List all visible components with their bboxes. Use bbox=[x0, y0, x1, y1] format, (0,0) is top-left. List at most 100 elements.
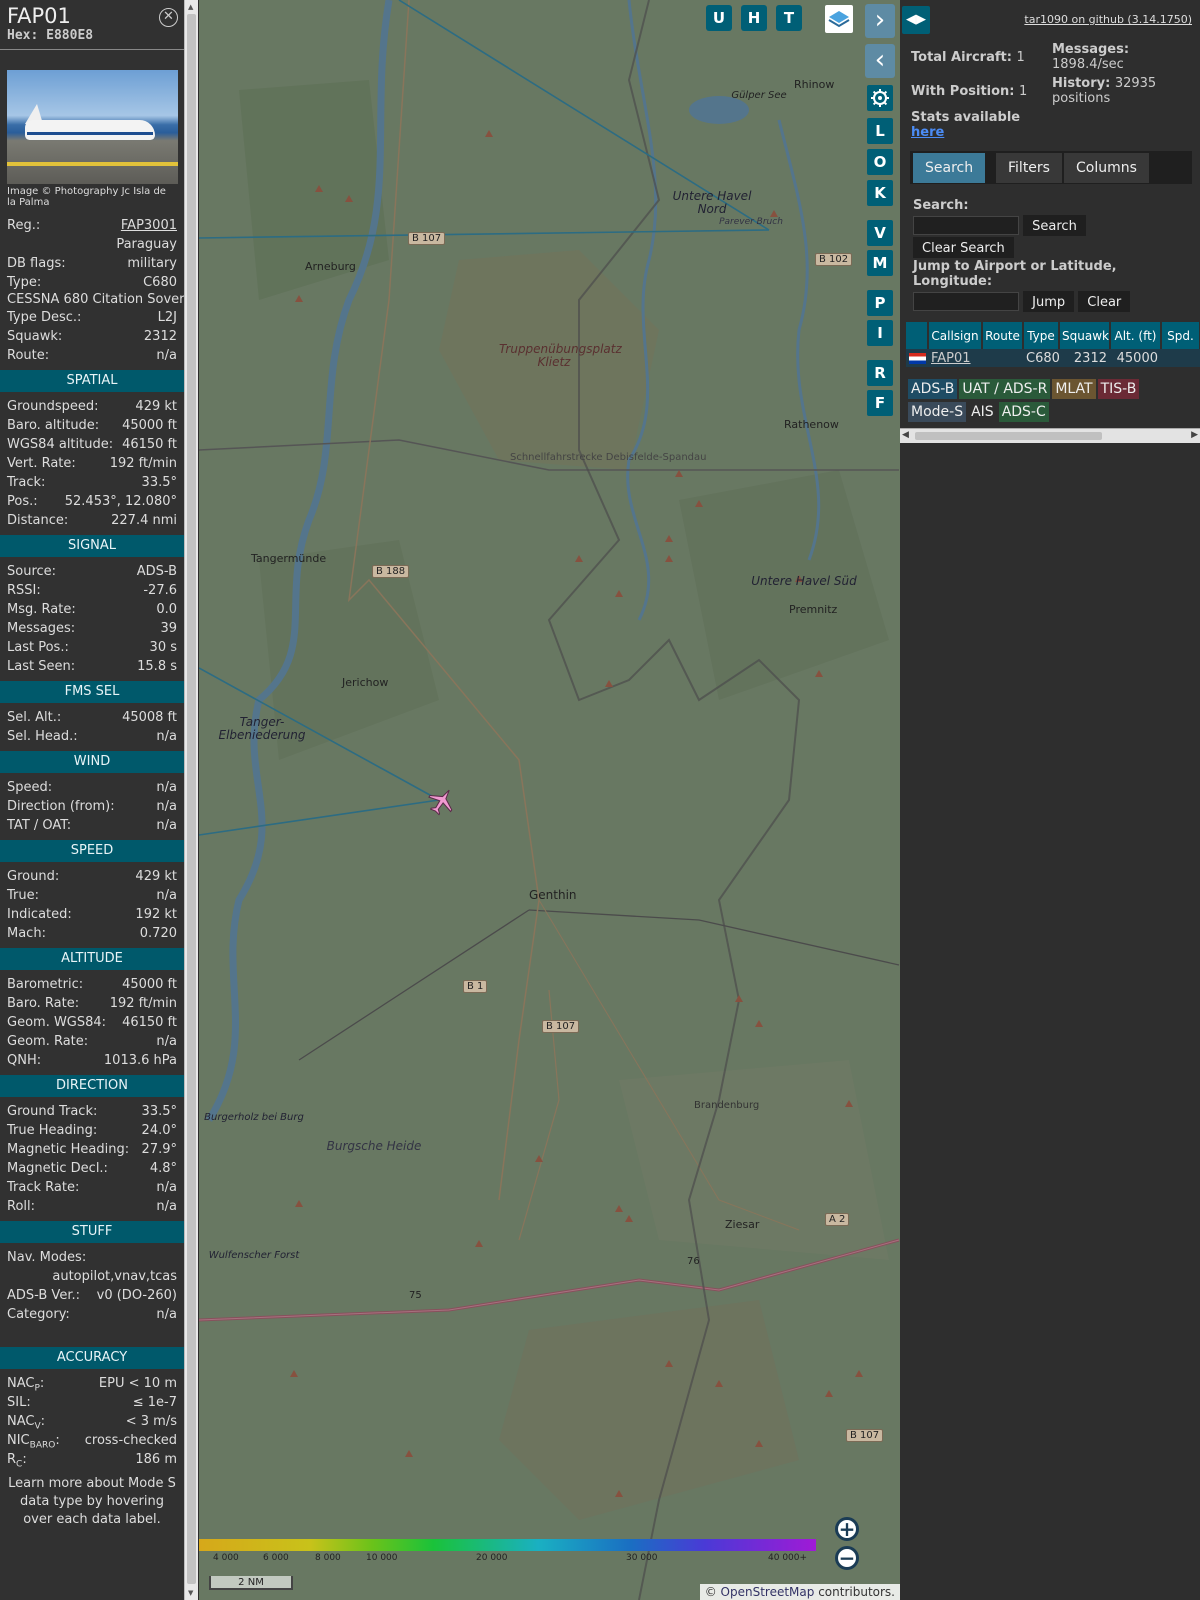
cell-callsign: FAP01 bbox=[928, 349, 982, 367]
scroll-left-icon[interactable]: ◀ bbox=[902, 430, 909, 440]
toggle-v-button[interactable]: V bbox=[867, 220, 893, 246]
toggle-p-button[interactable]: P bbox=[867, 290, 893, 316]
hscroll-thumb[interactable] bbox=[915, 432, 1102, 440]
source-badge[interactable]: ADS-B bbox=[908, 379, 958, 399]
expand-collapse-icon[interactable]: ◀▶ bbox=[906, 12, 926, 27]
info-row: Roll: n/a bbox=[0, 1197, 184, 1216]
row-key: Ground Track: bbox=[7, 1104, 98, 1120]
github-link[interactable]: tar1090 on github (3.14.1750) bbox=[1024, 13, 1192, 26]
detail-row: Type: C680 bbox=[0, 273, 184, 292]
detail-row: Reg.: FAP3001 bbox=[0, 216, 184, 235]
row-value: n/a bbox=[156, 1199, 177, 1215]
tab-columns[interactable]: Columns bbox=[1064, 153, 1149, 183]
map[interactable]: Rhinow Gülper See Untere Havel Nord Parever… bbox=[199, 0, 900, 1600]
row-key: Type Desc.: bbox=[7, 310, 82, 326]
search-button[interactable]: Search bbox=[1023, 215, 1086, 236]
close-panel-button[interactable]: ✕ bbox=[159, 8, 178, 27]
chevron-left-icon[interactable]: ‹ bbox=[875, 45, 885, 75]
scroll-down-icon[interactable]: ▼ bbox=[188, 1589, 193, 1597]
tab-filters[interactable]: Filters bbox=[996, 153, 1062, 183]
stats-link[interactable]: here bbox=[911, 125, 944, 140]
toggle-m-button[interactable]: M bbox=[867, 250, 893, 276]
expand-right-button[interactable]: › bbox=[865, 4, 895, 38]
settings-button[interactable] bbox=[867, 85, 893, 111]
chevron-right-icon[interactable]: › bbox=[875, 5, 885, 35]
search-input[interactable] bbox=[913, 216, 1019, 235]
row-key: TAT / OAT: bbox=[7, 818, 72, 834]
aircraft-icon[interactable] bbox=[427, 786, 457, 816]
column-header[interactable]: Alt. (ft) bbox=[1110, 322, 1162, 349]
column-header[interactable]: Callsign bbox=[928, 322, 983, 349]
tab-search[interactable]: Search bbox=[913, 153, 986, 183]
layers-button[interactable] bbox=[825, 5, 853, 33]
source-legend: ADS-B UAT / ADS-R MLAT TIS-B Mode-S AIS ADS-C bbox=[908, 379, 1198, 425]
section-header: FMS SEL bbox=[0, 681, 184, 704]
zoom-out-button[interactable]: − bbox=[835, 1546, 859, 1570]
source-badge[interactable]: ADS-C bbox=[998, 402, 1049, 422]
toggle-t-button[interactable]: T bbox=[776, 5, 802, 31]
toggle-o-button[interactable]: O bbox=[867, 149, 893, 175]
column-header[interactable]: Spd. bbox=[1161, 322, 1200, 349]
row-value: CESSNA 680 Citation Sovereign bbox=[7, 292, 184, 308]
info-row: Category: n/a bbox=[0, 1305, 184, 1324]
toggle-l-button[interactable]: L bbox=[867, 118, 893, 144]
clear-search-button[interactable]: Clear Search bbox=[913, 237, 1014, 258]
zoom-in-button[interactable]: + bbox=[835, 1517, 859, 1541]
source-badge[interactable]: UAT / ADS-R bbox=[959, 379, 1051, 399]
row-key: Sel. Head.: bbox=[7, 729, 78, 745]
row-key: DB flags: bbox=[7, 256, 66, 272]
row-key: Sel. Alt.: bbox=[7, 710, 62, 726]
column-header[interactable]: Route bbox=[982, 322, 1024, 349]
toggle-sidebar-button[interactable]: ◀▶ bbox=[902, 6, 930, 34]
jump-input[interactable] bbox=[913, 292, 1019, 311]
row-nav-modes-value: autopilot,vnav,tcas bbox=[0, 1267, 184, 1286]
scrollbar-thumb[interactable] bbox=[187, 14, 196, 1584]
section-header: WIND bbox=[0, 751, 184, 774]
scroll-right-icon[interactable]: ▶ bbox=[1191, 430, 1198, 440]
cell-flag bbox=[906, 349, 928, 367]
clear-jump-button[interactable]: Clear bbox=[1078, 291, 1131, 312]
toggle-i-button[interactable]: I bbox=[867, 320, 893, 346]
toggle-f-button[interactable]: F bbox=[867, 390, 893, 416]
row-value: v0 (DO-260) bbox=[96, 1288, 177, 1304]
info-row: Last Seen: 15.8 s bbox=[0, 657, 184, 676]
row-rc: RC: 186 m bbox=[0, 1450, 184, 1470]
photo-jet-stripe bbox=[27, 132, 153, 136]
column-header-flag[interactable] bbox=[906, 322, 929, 349]
sidebar: ◀▶ tar1090 on github (3.14.1750) Total A… bbox=[900, 0, 1200, 1600]
toggle-r-button[interactable]: R bbox=[867, 360, 893, 386]
row-value: -27.6 bbox=[143, 583, 177, 599]
column-header[interactable]: Squawk bbox=[1059, 322, 1111, 349]
info-panel-scrollbar[interactable]: ▲ ▼ bbox=[184, 0, 198, 1600]
scroll-up-icon[interactable]: ▲ bbox=[188, 3, 193, 11]
osm-link[interactable]: OpenStreetMap bbox=[721, 1585, 815, 1599]
toggle-h-button[interactable]: H bbox=[741, 5, 767, 31]
altitude-scale-tick: 40 000+ bbox=[768, 1553, 808, 1563]
row-key: Mach: bbox=[7, 926, 46, 942]
table-row[interactable]: FAP01 C680 2312 45000 bbox=[906, 349, 1200, 367]
info-row: Ground: 429 kt bbox=[0, 867, 184, 886]
map-place-label: Untere Havel Nord bbox=[672, 189, 752, 217]
close-icon[interactable]: ✕ bbox=[163, 9, 174, 24]
jump-button[interactable]: Jump bbox=[1023, 291, 1075, 312]
table-horizontal-scrollbar[interactable]: ◀ ▶ bbox=[900, 428, 1200, 443]
toggle-u-button[interactable]: U bbox=[706, 5, 732, 31]
row-value[interactable]: FAP3001 bbox=[121, 216, 177, 235]
source-badge[interactable]: Mode-S bbox=[908, 402, 967, 422]
row-value: n/a bbox=[156, 888, 177, 904]
collapse-left-button[interactable]: ‹ bbox=[865, 44, 895, 78]
row-value: 192 kt bbox=[135, 907, 177, 923]
aircraft-photo[interactable] bbox=[7, 70, 178, 185]
gear-icon[interactable] bbox=[867, 85, 893, 111]
toggle-k-button[interactable]: K bbox=[867, 180, 893, 206]
source-badge[interactable]: MLAT bbox=[1052, 379, 1096, 399]
info-row: WGS84 altitude: 46150 ft bbox=[0, 435, 184, 454]
source-badge[interactable]: AIS bbox=[968, 402, 997, 422]
map-place-label: Parever Bruch bbox=[719, 217, 783, 227]
info-row: Groundspeed: 429 kt bbox=[0, 397, 184, 416]
layers-icon[interactable] bbox=[825, 5, 853, 33]
row-value: n/a bbox=[156, 1034, 177, 1050]
column-header[interactable]: Type bbox=[1023, 322, 1060, 349]
source-badge[interactable]: TIS-B bbox=[1097, 379, 1140, 399]
callsign-link[interactable]: FAP01 bbox=[931, 351, 971, 366]
